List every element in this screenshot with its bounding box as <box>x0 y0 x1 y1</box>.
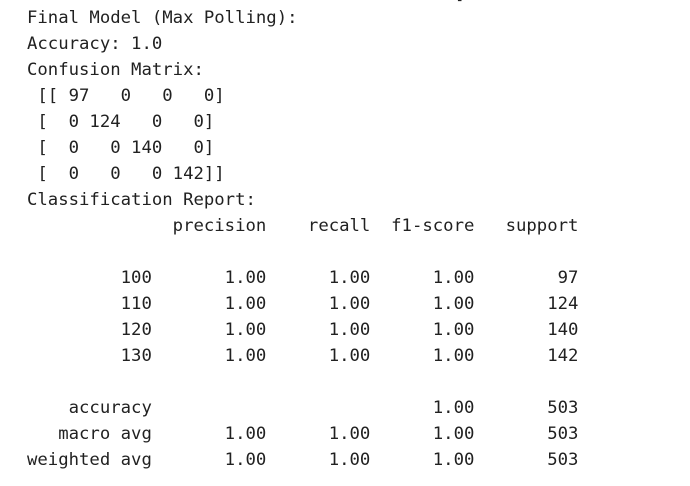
confusion-matrix-heading: Confusion Matrix: <box>27 60 204 80</box>
report-row: 100 1.00 1.00 1.00 97 <box>27 268 579 288</box>
notebook-cell-output: Final Model (Max Polling): Accuracy: 1.0 C… <box>27 5 682 473</box>
classification-report-heading: Classification Report: <box>27 190 256 210</box>
output-title-line: Final Model (Max Polling): <box>27 8 298 28</box>
report-row: 130 1.00 1.00 1.00 142 <box>27 346 579 366</box>
report-accuracy-row: accuracy 1.00 503 <box>27 398 579 418</box>
report-column-headers: precision recall f1-score support <box>27 216 579 236</box>
confusion-matrix-row: [ 0 0 140 0] <box>27 138 215 158</box>
report-macro-avg-row: macro avg 1.00 1.00 1.00 503 <box>27 424 579 444</box>
confusion-matrix-row: [[ 97 0 0 0] <box>27 86 225 106</box>
report-weighted-avg-row: weighted avg 1.00 1.00 1.00 503 <box>27 450 579 470</box>
confusion-matrix-row: [ 0 0 0 142]] <box>27 164 225 184</box>
confusion-matrix-row: [ 0 124 0 0] <box>27 112 215 132</box>
accuracy-line: Accuracy: 1.0 <box>27 34 163 54</box>
report-row: 120 1.00 1.00 1.00 140 <box>27 320 579 340</box>
report-row: 110 1.00 1.00 1.00 124 <box>27 294 579 314</box>
